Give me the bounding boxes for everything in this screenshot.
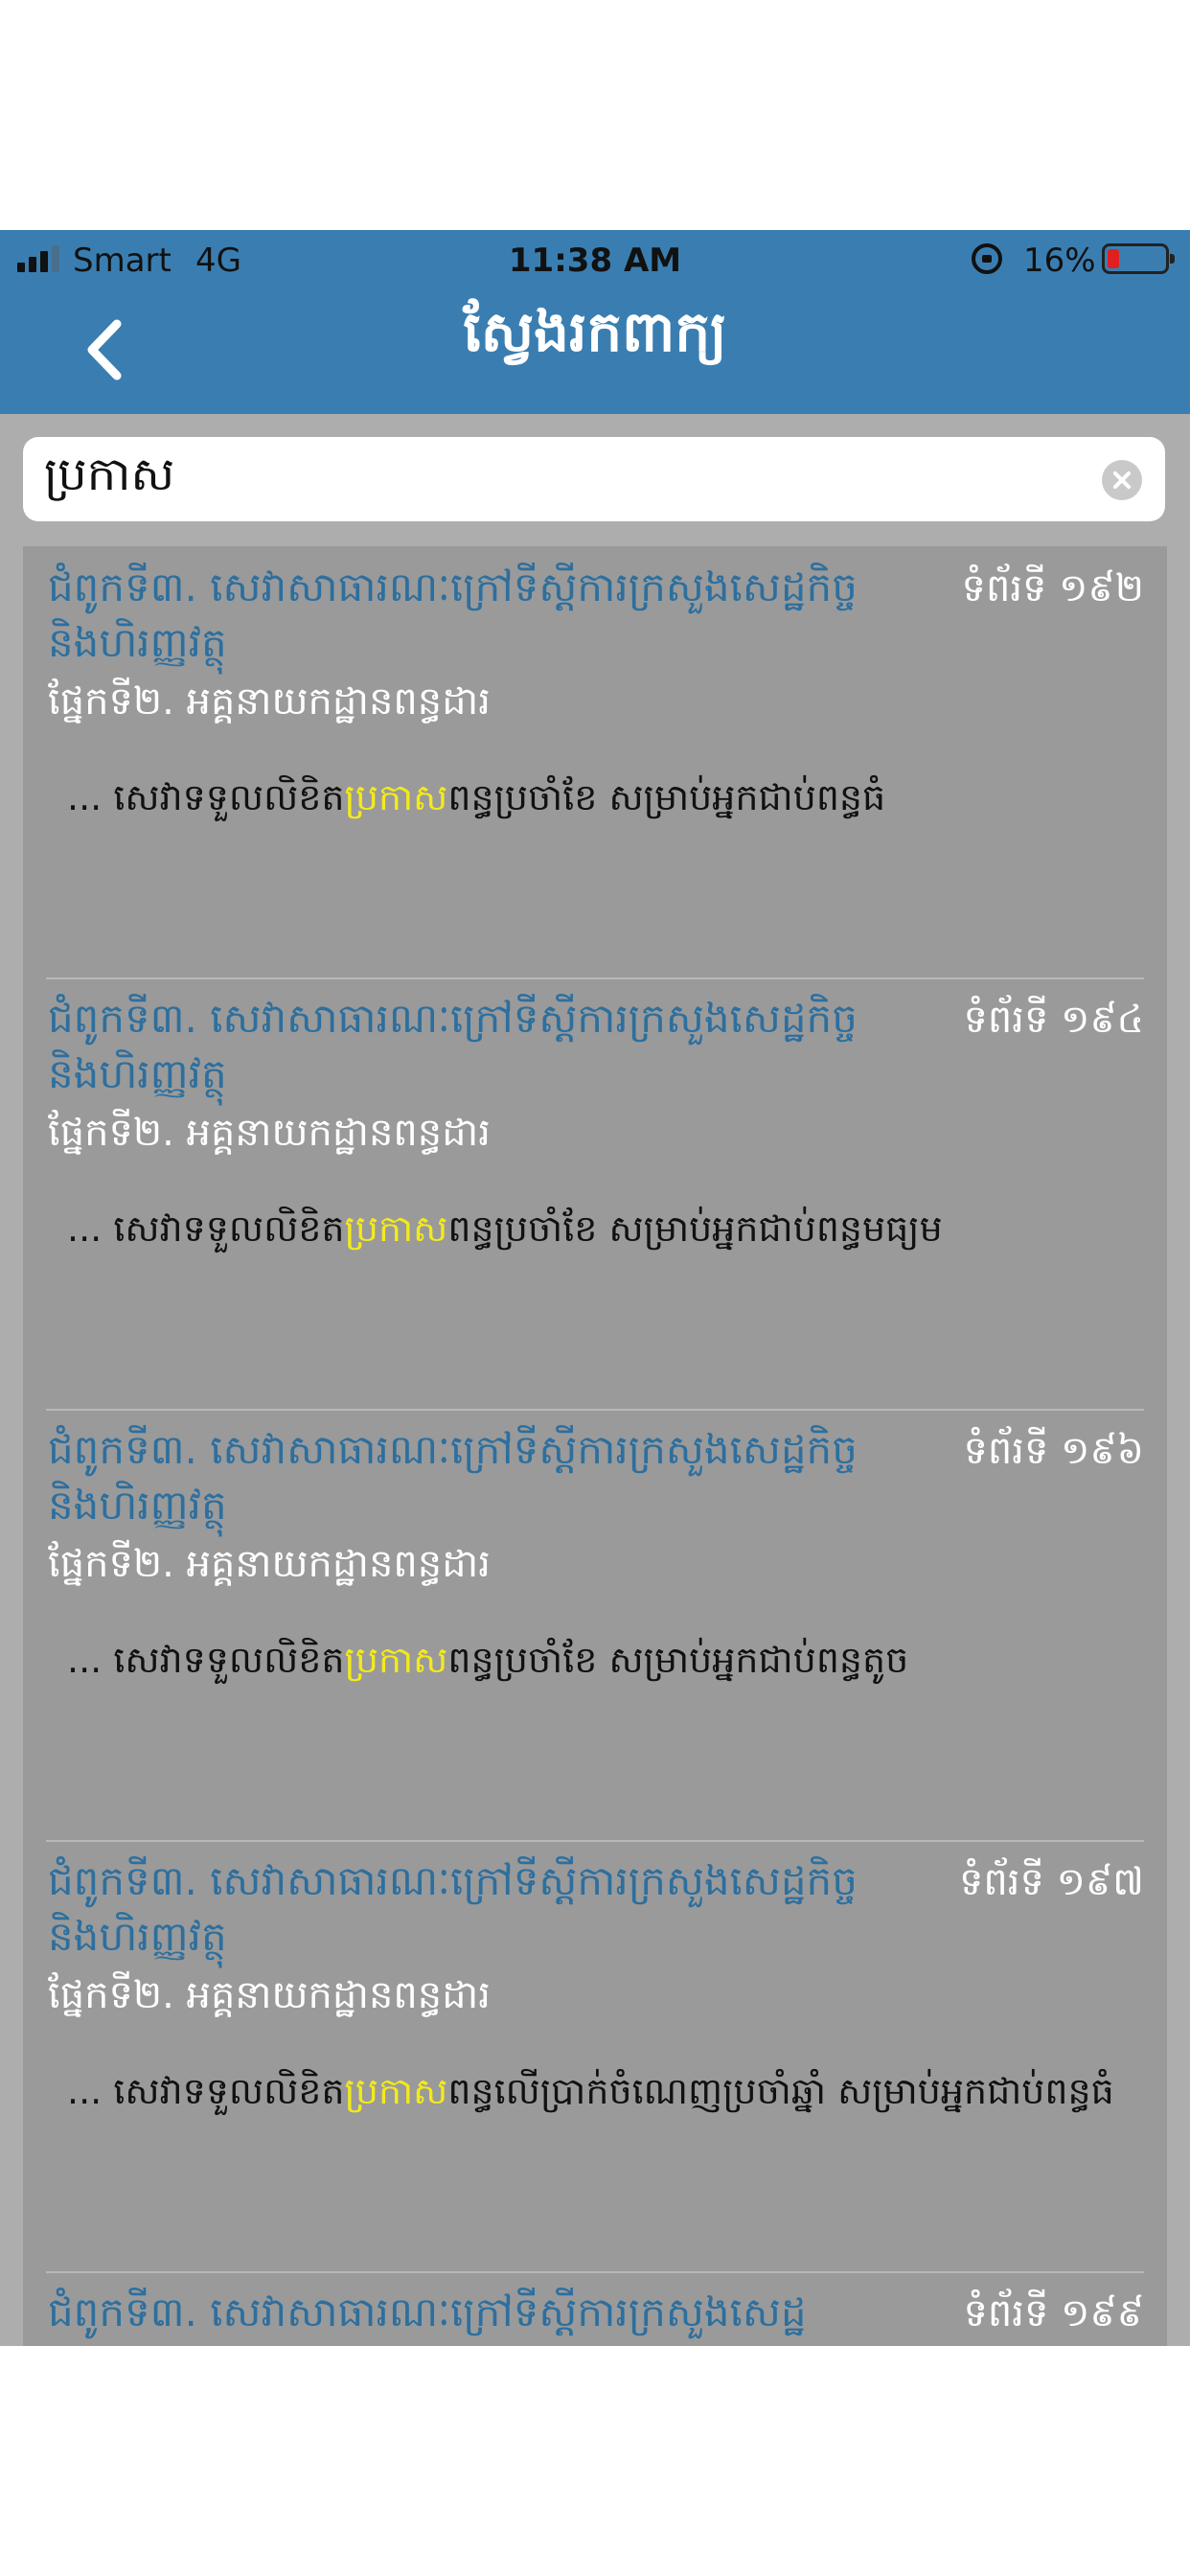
list-item[interactable]: ជំពូកទី៣. សេវាសាធារណៈក្រៅទីស្តីការក្រសួង… bbox=[23, 978, 1167, 1409]
snippet-before: ... សេវាទទួលលិខិត bbox=[67, 1639, 345, 1681]
list-item[interactable]: ជំពូកទី៣. សេវាសាធារណៈក្រៅទីស្តីការក្រសួង… bbox=[23, 1409, 1167, 1840]
battery-percent: 16% bbox=[1023, 242, 1096, 280]
result-section: ផ្នែកទី២. អគ្គនាយកដ្ឋានពន្ធដារ bbox=[48, 679, 491, 724]
result-chapter-title: ជំពូកទី៣. សេវាសាធារណៈក្រៅទីស្តីការក្រសួង… bbox=[48, 2288, 807, 2335]
result-chapter-title: ជំពូកទី៣. សេវាសាធារណៈក្រៅទីស្តីការក្រសួង… bbox=[48, 1426, 858, 1529]
search-input[interactable] bbox=[44, 437, 1088, 521]
result-page-number: ទំព័រទី ១៩៤ bbox=[963, 998, 1145, 1042]
list-item[interactable]: ជំពូកទី៣. សេវាសាធារណៈក្រៅទីស្តីការក្រសួង… bbox=[23, 1840, 1167, 2271]
result-page-number: ទំព័រទី ១៩៧ bbox=[959, 1860, 1144, 1904]
snippet-after: ពន្ធប្រចាំខែ សម្រាប់អ្នកជាប់ពន្ធតូច bbox=[447, 1639, 909, 1681]
result-snippet: ... សេវាទទួលលិខិតប្រកាសពន្ធប្រចាំខែ សម្រ… bbox=[67, 774, 885, 828]
result-snippet: ... សេវាទទួលលិខិតប្រកាសពន្ធប្រចាំខែ សម្រ… bbox=[67, 1206, 943, 1259]
result-snippet: ... សេវាទទួលលិខិតប្រកាសពន្ធលើប្រាក់ចំណេញ… bbox=[67, 2068, 1114, 2122]
snippet-before: ... សេវាទទួលលិខិត bbox=[67, 776, 345, 818]
status-time: 11:38 AM bbox=[508, 242, 682, 280]
snippet-highlight: ប្រកាស bbox=[344, 776, 448, 818]
snippet-before: ... សេវាទទួលលិខិត bbox=[67, 2070, 345, 2112]
snippet-highlight: ប្រកាស bbox=[344, 1208, 448, 1250]
navigation-bar: Smart 4G 11:38 AM 16% ស្វែងរកពាក្យ bbox=[0, 230, 1190, 414]
app-screen: Smart 4G 11:38 AM 16% ស្វែងរកពាក្យ ជំពូក… bbox=[0, 230, 1190, 2346]
search-bar bbox=[23, 437, 1165, 521]
result-chapter-title: ជំពូកទី៣. សេវាសាធារណៈក្រៅទីស្តីការក្រសួង… bbox=[48, 1857, 858, 1960]
list-item[interactable]: ជំពូកទី៣. សេវាសាធារណៈក្រៅទីស្តីការក្រសួង… bbox=[23, 546, 1167, 978]
result-chapter-title: ជំពូកទី៣. សេវាសាធារណៈក្រៅទីស្តីការក្រសួង… bbox=[48, 564, 858, 666]
clear-icon[interactable] bbox=[1102, 460, 1142, 500]
result-page-number: ទំព័រទី ១៩២ bbox=[961, 566, 1144, 610]
result-chapter-title: ជំពូកទី៣. សេវាសាធារណៈក្រៅទីស្តីការក្រសួង… bbox=[48, 995, 858, 1097]
result-section: ផ្នែកទី២. អគ្គនាយកដ្ឋានពន្ធដារ bbox=[48, 1973, 491, 2017]
snippet-highlight: ប្រកាស bbox=[344, 1639, 448, 1681]
result-section: ផ្នែកទី២. អគ្គនាយកដ្ឋានពន្ធដារ bbox=[48, 1111, 491, 1155]
result-page-number: ទំព័រទី ១៩៩ bbox=[963, 2291, 1145, 2335]
snippet-after: ពន្ធប្រចាំខែ សម្រាប់អ្នកជាប់ពន្ធធំ bbox=[447, 776, 886, 818]
result-section: ផ្នែកទី២. អគ្គនាយកដ្ឋានពន្ធដារ bbox=[48, 1542, 491, 1586]
snippet-after: ពន្ធលើប្រាក់ចំណេញប្រចាំឆ្នាំ សម្រាប់អ្នក… bbox=[447, 2070, 1114, 2112]
rotation-lock-icon bbox=[972, 243, 1002, 274]
search-results-list[interactable]: ជំពូកទី៣. សេវាសាធារណៈក្រៅទីស្តីការក្រសួង… bbox=[23, 546, 1167, 2346]
result-snippet: ... សេវាទទួលលិខិតប្រកាសពន្ធប្រចាំខែ សម្រ… bbox=[67, 1637, 908, 1690]
list-item[interactable]: ជំពូកទី៣. សេវាសាធារណៈក្រៅទីស្តីការក្រសួង… bbox=[23, 2271, 1167, 2346]
snippet-after: ពន្ធប្រចាំខែ សម្រាប់អ្នកជាប់ពន្ធមធ្យម bbox=[447, 1208, 943, 1250]
battery-icon bbox=[1102, 243, 1175, 274]
status-bar: Smart 4G 11:38 AM 16% bbox=[0, 230, 1190, 288]
result-page-number: ទំព័រទី ១៩៦ bbox=[963, 1429, 1145, 1473]
snippet-before: ... សេវាទទួលលិខិត bbox=[67, 1208, 345, 1250]
snippet-highlight: ប្រកាស bbox=[344, 2070, 448, 2112]
page-title: ស្វែងរកពាក្យ bbox=[463, 299, 727, 364]
